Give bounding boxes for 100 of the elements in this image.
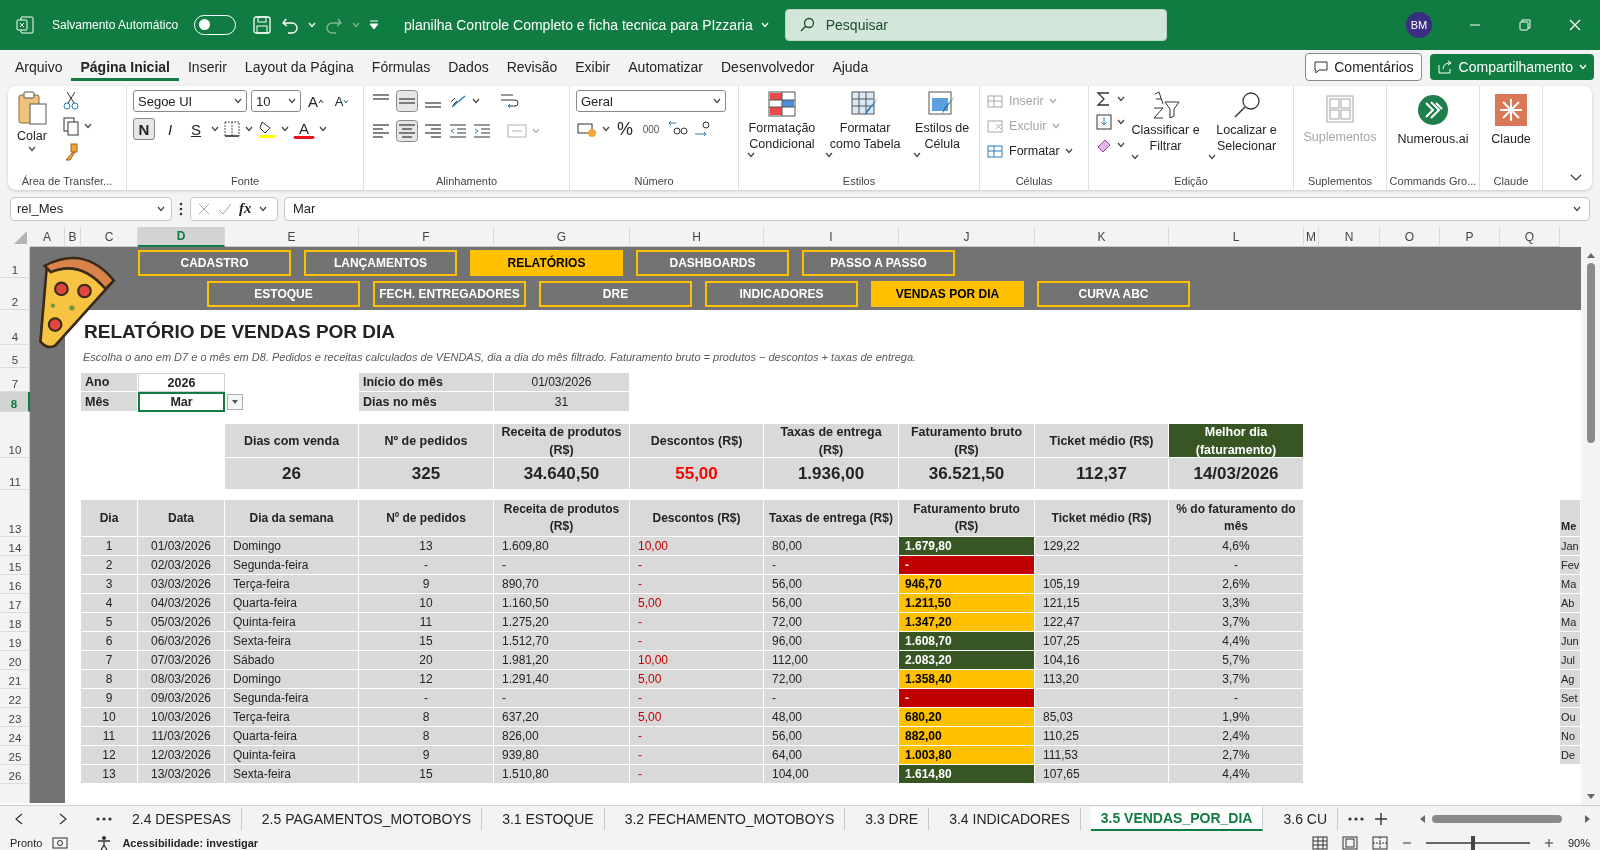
sheet-tab[interactable]: 3.4 INDICADORES — [939, 807, 1081, 830]
number-format-field[interactable]: Geral — [576, 90, 726, 112]
nav-button[interactable]: FECH. ENTREGADORES — [373, 281, 526, 307]
summary-value: 14/03/2026 — [1169, 458, 1304, 490]
addin-button[interactable]: Numerous.ai — [1393, 90, 1473, 172]
share-button[interactable]: Compartilhamento — [1429, 54, 1594, 80]
table-cell: 939,80 — [494, 746, 630, 765]
table-header: Receita de produtos (R$) — [494, 500, 630, 537]
table-cell: - — [359, 689, 494, 708]
search-field[interactable]: Pesquisar — [784, 9, 1167, 41]
table-header: Taxas de entrega (R$) — [764, 500, 899, 537]
table-cell: 1.614,80 — [899, 765, 1035, 784]
sheet-tab[interactable]: 3.3 DRE — [855, 807, 930, 830]
group-label: Commands Gro... — [1389, 175, 1477, 187]
summary-value: 55,00 — [630, 458, 764, 490]
table-cell: 15 — [359, 765, 494, 784]
ribbon-tab[interactable]: Fórmulas — [362, 53, 440, 81]
nav-button[interactable]: VENDAS POR DIA — [871, 281, 1024, 307]
grow-font-button[interactable]: A — [305, 90, 327, 112]
document-title[interactable]: planilha Controle Completo e ficha tecnica para PIzzaria — [404, 17, 753, 33]
sheet-tab[interactable]: 2.5 PAGAMENTOS_MOTOBOYS — [251, 807, 483, 830]
ribbon-tab[interactable]: Inserir — [178, 53, 236, 81]
cells-menu-button[interactable]: Formatar — [986, 140, 1073, 162]
user-avatar[interactable]: BM — [1406, 12, 1432, 38]
nav-button[interactable]: ESTOQUE — [207, 281, 360, 307]
percent-button[interactable]: % — [614, 118, 636, 140]
addin-button[interactable]: Claude — [1486, 90, 1536, 172]
shrink-font-button[interactable]: A — [331, 90, 353, 112]
sheet-tab[interactable]: 3.5 VENDAS_POR_DIA — [1090, 806, 1264, 831]
nav-button[interactable]: DRE — [539, 281, 692, 307]
table-cell: 5,00 — [630, 708, 764, 727]
nav-button[interactable]: CADASTRO — [138, 249, 291, 276]
styles-button[interactable]: Estilos de Célula — [911, 90, 973, 172]
font-style-button[interactable]: I — [159, 118, 181, 140]
table-cell: 1.679,80 — [899, 537, 1035, 556]
accessibility-status[interactable]: Acessibilidade: investigar — [122, 837, 259, 849]
table-cell: - — [494, 689, 630, 708]
table-cell: 826,00 — [494, 727, 630, 746]
ribbon-tab[interactable]: Página Inicial — [71, 53, 179, 81]
ribbon-tab[interactable]: Ajuda — [823, 53, 878, 81]
table-cell: - — [899, 689, 1035, 708]
table-cell: Quinta-feira — [225, 613, 359, 632]
autosave-label: Salvamento Automático — [52, 18, 179, 32]
nav-button[interactable]: RELATÓRIOS — [470, 249, 623, 276]
table-cell: 112,00 — [764, 651, 899, 670]
find-select-button[interactable]: Localizar e Selecionar — [1206, 90, 1287, 172]
table-cell: - — [359, 556, 494, 575]
table-cell: 72,00 — [764, 613, 899, 632]
font-style-button[interactable]: S — [185, 118, 207, 140]
nav-button[interactable]: DASHBOARDS — [636, 249, 789, 276]
table-cell: 72,00 — [764, 670, 899, 689]
group-label: Suplementos — [1307, 175, 1373, 187]
table-cell: 8 — [359, 727, 494, 746]
column-header[interactable]: D — [138, 227, 225, 247]
ribbon-tab[interactable]: Exibir — [566, 53, 620, 81]
table-header: Descontos (R$) — [630, 500, 764, 537]
sheet-tab[interactable]: 3.1 ESTOQUE — [492, 807, 605, 830]
ribbon-tab[interactable]: Arquivo — [6, 53, 72, 81]
filter-label: Mês — [81, 392, 138, 412]
paste-button[interactable]: Colar — [14, 90, 50, 172]
table-cell: Terça-feira — [225, 575, 359, 594]
table-cell: Domingo — [225, 537, 359, 556]
ribbon-tab[interactable]: Desenvolvedor — [712, 53, 824, 81]
table-cell: 4,4% — [1169, 765, 1304, 784]
info-value: 31 — [494, 392, 630, 412]
name-box[interactable]: rel_Mes — [10, 196, 172, 221]
zoom-level[interactable]: 90% — [1567, 837, 1590, 849]
formula-field[interactable]: Mar — [284, 196, 1590, 221]
font-size-field[interactable]: 10 — [251, 90, 301, 112]
table-cell: Domingo — [225, 670, 359, 689]
table-cell: 08/03/2026 — [138, 670, 225, 689]
insert-function-button[interactable]: fx — [239, 200, 252, 217]
ribbon-tab[interactable]: Dados — [439, 53, 498, 81]
table-cell: 12/03/2026 — [138, 746, 225, 765]
sheet-tab[interactable]: 2.4 DESPESAS — [122, 807, 242, 830]
font-name-field[interactable]: Segoe UI — [133, 90, 247, 112]
comments-button[interactable]: Comentários — [1305, 53, 1422, 81]
sheet-tab[interactable]: 3.2 FECHAMENTO_MOTOBOYS — [614, 807, 846, 830]
ribbon-tab[interactable]: Revisão — [497, 53, 567, 81]
info-value: 01/03/2026 — [494, 373, 630, 392]
styles-button[interactable]: Formatar como Tabela — [822, 90, 908, 172]
ribbon-tab[interactable]: Automatizar — [619, 53, 712, 81]
nav-button[interactable]: CURVA ABC — [1037, 281, 1190, 307]
font-color-button[interactable]: A — [293, 119, 315, 139]
nav-button[interactable]: PASSO A PASSO — [802, 249, 955, 276]
table-cell: Sábado — [225, 651, 359, 670]
table-cell: 9 — [359, 746, 494, 765]
styles-button[interactable]: Formatação Condicional — [745, 90, 819, 172]
summary-value: 36.521,50 — [899, 458, 1035, 490]
filter-cell[interactable]: 2026 — [138, 373, 225, 392]
nav-button[interactable]: LANÇAMENTOS — [304, 249, 457, 276]
row-header[interactable]: 8 — [0, 392, 30, 412]
font-style-button[interactable]: N — [133, 118, 155, 140]
ribbon-tab[interactable]: Layout da Página — [235, 53, 363, 81]
table-cell: 107,25 — [1035, 632, 1169, 651]
thousands-button[interactable]: 000 — [640, 118, 662, 140]
nav-button[interactable]: INDICADORES — [705, 281, 858, 307]
filter-cell[interactable]: Mar — [138, 392, 225, 412]
sheet-tab[interactable]: 3.6 CU — [1273, 807, 1339, 830]
sort-filter-button[interactable]: Classificar e Filtrar — [1129, 90, 1203, 172]
